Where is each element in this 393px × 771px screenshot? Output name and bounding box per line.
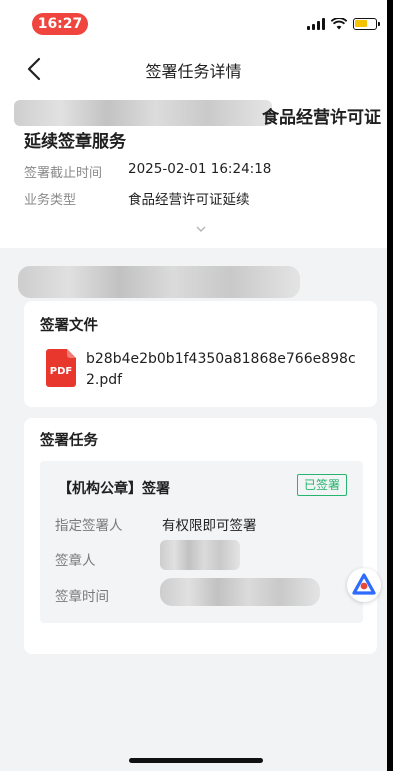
wifi-icon: [331, 18, 347, 30]
pdf-icon-label: PDF: [50, 366, 72, 377]
redacted-signer-name: [160, 540, 240, 570]
sign-tasks-card: 签署任务 【机构公章】签署 已签署 指定签署人 有权限即可签署 签章人 签章时间: [24, 418, 377, 654]
status-badge: 已签署: [297, 474, 347, 496]
sign-files-title: 签署文件: [40, 318, 98, 334]
deadline-label: 签署截止时间: [24, 166, 103, 181]
assistant-button[interactable]: [347, 568, 381, 602]
business-type-label: 业务类型: [24, 193, 77, 208]
redacted-organization-name: [18, 266, 300, 298]
chevron-down-icon[interactable]: [195, 225, 207, 233]
business-type-value: 食品经营许可证延续: [128, 192, 250, 208]
deadline-value: 2025-02-01 16:24:18: [128, 161, 272, 177]
nav-bar: 签署任务详情: [0, 46, 387, 92]
sign-tasks-title: 签署任务: [40, 433, 98, 449]
status-bar: 16:27: [0, 0, 387, 46]
home-indicator: [129, 758, 263, 763]
sign-files-card: 签署文件 PDF b28b4e2b0b1f4350a81868e766e898c…: [24, 301, 377, 407]
page-title: 签署任务详情: [145, 62, 242, 81]
signer-label: 签章人: [55, 553, 96, 569]
redacted-title-prefix: [14, 100, 272, 126]
file-name-link[interactable]: b28b4e2b0b1f4350a81868e766e898c2.pdf: [86, 349, 368, 391]
sign-time-label: 签章时间: [55, 589, 109, 605]
pdf-file-icon: PDF: [46, 349, 76, 387]
status-time: 16:27: [32, 13, 88, 35]
battery-icon: [353, 18, 380, 30]
redacted-sign-time: [160, 578, 320, 606]
task-title-line2: 延续签章服务: [24, 132, 126, 152]
signal-icon: [307, 18, 325, 30]
task-header: 食品经营许可证 延续签章服务 签署截止时间 2025-02-01 16:24:1…: [0, 92, 387, 248]
task-title-tail: 食品经营许可证: [262, 108, 381, 128]
designated-signer-value: 有权限即可签署: [162, 518, 257, 534]
app-screen: 16:27 签署任务详情 食品经营许可证 延续签章服务 签署截止时间 2025-…: [0, 0, 387, 771]
seal-task-item: 【机构公章】签署 已签署 指定签署人 有权限即可签署 签章人 签章时间: [40, 461, 363, 623]
designated-signer-label: 指定签署人: [55, 518, 123, 534]
seal-task-title: 【机构公章】签署: [58, 481, 170, 497]
assistant-icon: [352, 573, 376, 595]
status-icons: [307, 16, 380, 32]
device-edge: [387, 0, 393, 771]
